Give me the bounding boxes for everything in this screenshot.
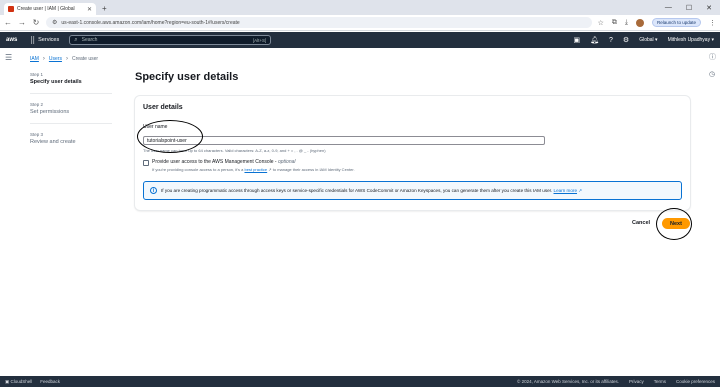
new-tab-icon[interactable]: +: [102, 3, 107, 15]
aws-top-nav: aws ⣿ Services ⌕ Search [Alt+S] ▣ 🔔︎ ? ⚙…: [0, 32, 720, 48]
learn-more-link[interactable]: Learn more: [554, 188, 578, 193]
checkbox-optional: optional: [278, 159, 296, 165]
step-2[interactable]: Step 2 Set permissions: [30, 102, 112, 124]
close-icon[interactable]: ✕: [87, 6, 92, 13]
back-icon[interactable]: ←: [4, 18, 12, 27]
cloudshell-icon: ▣: [5, 378, 10, 384]
aws-logo[interactable]: aws: [6, 37, 24, 43]
url-text: us-east-1.console.aws.amazon.com/iam/hom…: [61, 19, 240, 26]
close-window-icon[interactable]: ✕: [706, 4, 712, 12]
cookie-preferences-link[interactable]: Cookie preferences: [676, 379, 715, 384]
bookmark-star-icon[interactable]: ☆: [598, 19, 604, 27]
console-access-label[interactable]: Provide user access to the AWS Managemen…: [152, 159, 355, 165]
grid-icon: ⣿: [30, 37, 36, 44]
next-button[interactable]: Next: [662, 218, 690, 229]
step-title: Set permissions: [30, 109, 70, 115]
nav-right-group: ▣ 🔔︎ ? ⚙ Global ▾ Mithlesh Upadhyay ▾: [574, 36, 715, 45]
search-icon: ⌕: [74, 36, 78, 43]
user-name-input[interactable]: [143, 136, 545, 145]
console-footer: ▣ CloudShell Feedback © 2024, Amazon Web…: [0, 376, 720, 387]
desc-after: to manage their access in IAM Identity C…: [271, 167, 355, 172]
page-title: Specify user details: [135, 71, 239, 83]
user-name-hint: The user name can have up to 64 characte…: [143, 148, 326, 153]
privacy-link[interactable]: Privacy: [629, 379, 644, 384]
downloads-icon[interactable]: ⤓: [625, 19, 628, 27]
window-controls: — ☐ ✕: [665, 0, 720, 15]
step-number: Step 2: [30, 102, 44, 107]
clock-icon[interactable]: ◷: [709, 70, 716, 78]
chevron-right-icon: ›: [65, 56, 68, 62]
reload-icon[interactable]: ↻: [32, 18, 40, 27]
breadcrumb: IAM › Users › Create user: [30, 56, 98, 62]
browser-toolbar-icons: ☆ ⧉ ⤓ Relaunch to update ⋮: [598, 18, 716, 27]
help-icon[interactable]: ?: [609, 37, 613, 44]
user-details-panel: User details User name The user name can…: [135, 96, 690, 210]
site-info-icon[interactable]: ⚙: [52, 19, 57, 26]
feedback-link[interactable]: Feedback: [40, 379, 60, 384]
minimize-icon[interactable]: —: [665, 4, 672, 11]
gear-icon[interactable]: ⚙: [623, 36, 629, 44]
breadcrumb-users[interactable]: Users: [49, 56, 62, 62]
search-shortcut: [Alt+S]: [252, 37, 267, 43]
info-panel-icon[interactable]: ⓘ: [709, 52, 716, 62]
step-number: Step 1: [30, 72, 44, 77]
tab-title: Create user | IAM | Global: [17, 6, 75, 12]
footer-left: ▣ CloudShell Feedback: [5, 379, 60, 385]
info-icon: i: [150, 187, 157, 194]
cloudshell-link[interactable]: ▣ CloudShell: [5, 379, 32, 385]
step-3[interactable]: Step 3 Review and create: [30, 132, 112, 153]
extensions-icon[interactable]: ⧉: [612, 19, 617, 27]
account-label: Mithlesh Upadhyay: [667, 37, 711, 43]
relaunch-button[interactable]: Relaunch to update: [651, 18, 701, 27]
profile-avatar[interactable]: [635, 18, 644, 27]
search-placeholder: Search: [81, 37, 98, 43]
console-access-desc: If you're providing console access to a …: [152, 167, 355, 172]
info-message: If you are creating programmatic access …: [161, 187, 554, 193]
external-link-icon: ↗: [578, 187, 583, 193]
services-label: Services: [38, 37, 60, 43]
cloudshell-label: CloudShell: [10, 378, 33, 384]
browser-tab[interactable]: Create user | IAM | Global ✕: [4, 3, 96, 15]
info-alert: i If you are creating programmatic acces…: [143, 181, 682, 200]
user-name-label: User name: [143, 124, 168, 130]
forward-icon[interactable]: →: [18, 18, 26, 27]
aws-favicon-icon: [8, 6, 14, 12]
browser-tab-bar: Create user | IAM | Global ✕ + — ☐ ✕: [0, 0, 720, 15]
panel-title: User details: [143, 104, 183, 111]
console-access-row: Provide user access to the AWS Managemen…: [143, 159, 355, 172]
breadcrumb-iam[interactable]: IAM: [30, 56, 39, 62]
menu-icon[interactable]: ☰: [5, 53, 12, 62]
bell-icon[interactable]: 🔔︎: [590, 36, 599, 44]
step-1[interactable]: Step 1 Specify user details: [30, 72, 112, 94]
terms-link[interactable]: Terms: [654, 379, 666, 384]
best-practice-link[interactable]: best practice: [244, 167, 267, 172]
console-access-checkbox[interactable]: [143, 160, 149, 166]
cancel-button[interactable]: Cancel: [632, 220, 650, 226]
step-title: Specify user details: [30, 79, 82, 85]
step-title: Review and create: [30, 139, 76, 145]
step-number: Step 3: [30, 132, 44, 137]
maximize-icon[interactable]: ☐: [686, 4, 692, 12]
chevron-right-icon: ›: [42, 56, 45, 62]
info-text: If you are creating programmatic access …: [161, 188, 582, 194]
search-input[interactable]: ⌕ Search [Alt+S]: [69, 35, 272, 45]
browser-menu-icon[interactable]: ⋮: [709, 19, 716, 27]
breadcrumb-current: Create user: [71, 56, 99, 62]
footer-right: © 2024, Amazon Web Services, Inc. or its…: [517, 379, 715, 384]
cloudshell-icon[interactable]: ▣: [574, 36, 581, 44]
browser-address-bar: ← → ↻ ⚙ us-east-1.console.aws.amazon.com…: [0, 15, 720, 31]
region-selector[interactable]: Global ▾: [639, 37, 657, 43]
console-access-text: Provide user access to the AWS Managemen…: [152, 159, 355, 172]
services-menu[interactable]: ⣿ Services: [30, 36, 59, 44]
account-menu[interactable]: Mithlesh Upadhyay ▾: [668, 37, 714, 43]
checkbox-label-text: Provide user access to the AWS Managemen…: [152, 159, 278, 165]
region-label: Global: [639, 37, 654, 43]
url-field[interactable]: ⚙ us-east-1.console.aws.amazon.com/iam/h…: [46, 17, 592, 28]
desc-before: If you're providing console access to a …: [152, 167, 245, 172]
wizard-steps: Step 1 Specify user details Step 2 Set p…: [30, 72, 112, 161]
copyright-text: © 2024, Amazon Web Services, Inc. or its…: [517, 379, 619, 384]
right-rail: ⓘ ◷: [709, 52, 716, 78]
